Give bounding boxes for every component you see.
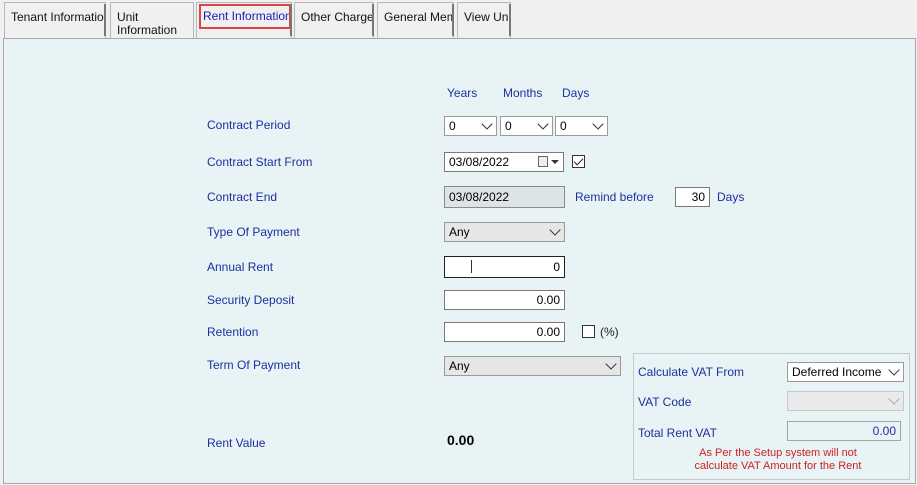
chevron-down-icon [888, 364, 900, 376]
tab-view-unit[interactable]: View Unit [457, 2, 511, 38]
total-rent-vat-field: 0.00 [787, 421, 901, 441]
security-deposit-label: Security Deposit [207, 293, 295, 307]
annual-rent-label: Annual Rent [207, 260, 274, 274]
annual-rent-input[interactable]: 0 [444, 256, 565, 278]
dropdown-arrow-icon [551, 160, 559, 164]
tab-divider [104, 4, 106, 36]
tab-general-memo[interactable]: General Memo [377, 2, 454, 38]
tab-divider [509, 4, 511, 36]
tab-divider [452, 4, 454, 36]
contract-days-select[interactable]: 0 [555, 116, 608, 136]
chevron-down-icon [592, 118, 604, 130]
tab-divider [372, 4, 374, 36]
chevron-down-icon [605, 358, 617, 370]
days-header: Days [562, 86, 590, 100]
contract-period-label: Contract Period [207, 118, 291, 132]
retention-input[interactable]: 0.00 [444, 322, 565, 342]
calculate-vat-from-value: Deferred Income [792, 365, 882, 379]
total-rent-vat-label: Total Rent VAT [638, 426, 717, 440]
contract-years-value: 0 [449, 119, 456, 133]
years-header: Years [447, 86, 478, 100]
calculate-vat-from-label: Calculate VAT From [638, 365, 745, 379]
tab-divider [290, 4, 292, 36]
vat-warning-message: As Per the Setup system will not calcula… [694, 447, 862, 472]
chevron-down-icon [537, 118, 549, 130]
tab-tenant-information[interactable]: Tenant Information [4, 2, 106, 38]
remind-before-label: Remind before [575, 190, 654, 204]
contract-start-label: Contract Start From [207, 155, 313, 169]
remind-days-input[interactable]: 30 [675, 187, 710, 207]
calculate-vat-from-select[interactable]: Deferred Income [787, 362, 904, 382]
term-of-payment-label: Term Of Payment [207, 358, 301, 372]
vat-code-select[interactable] [787, 391, 904, 411]
chevron-down-icon [481, 118, 493, 130]
vat-code-label: VAT Code [638, 395, 692, 409]
type-of-payment-value: Any [449, 225, 470, 239]
chevron-down-icon [549, 224, 561, 236]
active-tab-highlight [199, 4, 291, 29]
type-of-payment-label: Type Of Payment [207, 225, 300, 239]
contract-end-field: 03/08/2022 [444, 186, 565, 208]
calendar-icon [538, 156, 548, 167]
remind-days-unit: Days [717, 190, 745, 204]
contract-years-select[interactable]: 0 [444, 116, 497, 136]
tab-other-charges[interactable]: Other Charges [294, 2, 374, 38]
contract-end-label: Contract End [207, 190, 278, 204]
text-cursor-icon [471, 260, 472, 273]
contract-months-select[interactable]: 0 [500, 116, 553, 136]
contract-months-value: 0 [505, 119, 512, 133]
rent-value-amount: 0.00 [447, 432, 475, 448]
contract-days-value: 0 [560, 119, 567, 133]
chevron-down-icon [888, 393, 900, 405]
type-of-payment-select[interactable]: Any [444, 222, 565, 242]
contract-start-checkbox[interactable] [572, 155, 585, 168]
retention-percent-checkbox[interactable] [582, 325, 595, 338]
rent-value-label: Rent Value [207, 436, 266, 450]
term-of-payment-select[interactable]: Any [444, 356, 621, 376]
annual-rent-value: 0 [553, 260, 560, 274]
term-of-payment-value: Any [449, 359, 470, 373]
contract-start-value: 03/08/2022 [449, 155, 510, 169]
security-deposit-input[interactable]: 0.00 [444, 290, 565, 310]
months-header: Months [503, 86, 543, 100]
retention-label: Retention [207, 325, 259, 339]
retention-percent-label: (%) [600, 325, 619, 339]
tab-unit-information[interactable]: Unit Information [110, 2, 194, 38]
contract-start-date-picker[interactable]: 03/08/2022 [444, 152, 564, 172]
